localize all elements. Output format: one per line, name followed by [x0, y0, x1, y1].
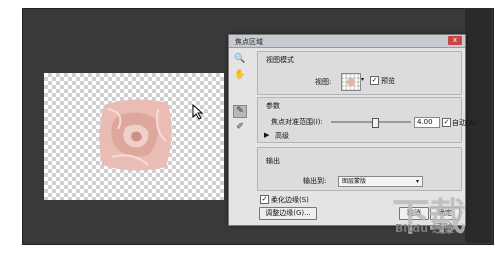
chevron-right-icon[interactable]: ▶: [264, 131, 269, 139]
focus-range-input[interactable]: 4.00: [414, 117, 440, 128]
zoom-tool-icon[interactable]: 🔍: [233, 53, 247, 66]
dialog-titlebar: 焦点区域 x: [229, 35, 465, 48]
view-mode-panel: 视图模式 视图: ▾ ✓ 预览: [257, 51, 462, 95]
auto-label: 自动(A): [452, 119, 477, 127]
parameters-heading: 参数: [266, 102, 280, 110]
view-mode-heading: 视图模式: [266, 56, 294, 64]
refine-edge-button[interactable]: 调整边缘(G)...: [259, 207, 317, 220]
soften-edges-label: 柔化边缘(S): [271, 196, 309, 204]
output-panel: 输出 输出到: 图层蒙版 ▾: [257, 147, 462, 191]
close-icon[interactable]: x: [448, 36, 462, 45]
view-label: 视图:: [315, 78, 332, 86]
dialog-toolbar: 🔍 ✋ ✎ ✐: [233, 53, 249, 137]
focus-area-add-tool-icon[interactable]: ✎: [233, 105, 247, 118]
watermark-sub-text: Bitdu 经验: [395, 222, 454, 235]
view-mode-dropdown[interactable]: [341, 73, 361, 91]
chevron-down-icon[interactable]: ▾: [361, 76, 364, 83]
output-to-label: 输出到:: [303, 177, 327, 185]
advanced-toggle[interactable]: 高级: [275, 131, 289, 141]
soften-edges-checkbox[interactable]: ✓: [260, 195, 269, 204]
focus-area-subtract-tool-icon[interactable]: ✐: [233, 121, 247, 134]
focus-range-label: 焦点对准范围(I):: [271, 118, 323, 126]
dialog-title: 焦点区域: [235, 38, 263, 46]
parameters-panel: 参数 焦点对准范围(I): 4.00 ✓ 自动(A) ▶ 高级: [257, 97, 476, 143]
mouse-cursor-icon: [192, 104, 204, 120]
slider-thumb[interactable]: [372, 118, 379, 128]
preview-label: 预览: [381, 77, 395, 85]
hand-tool-icon[interactable]: ✋: [233, 69, 247, 82]
output-to-value: 图层蒙版: [342, 178, 367, 185]
view-thumbnail: [347, 78, 355, 86]
output-heading: 输出: [266, 157, 280, 165]
chevron-down-icon: ▾: [415, 178, 419, 185]
site-watermark-logo: 下载 Bitdu 经验: [392, 186, 492, 246]
auto-checkbox[interactable]: ✓: [442, 118, 451, 127]
document-canvas[interactable]: [44, 73, 224, 200]
focus-range-slider[interactable]: [331, 118, 411, 128]
preview-checkbox[interactable]: ✓: [370, 76, 379, 85]
rose-image: [99, 99, 172, 171]
